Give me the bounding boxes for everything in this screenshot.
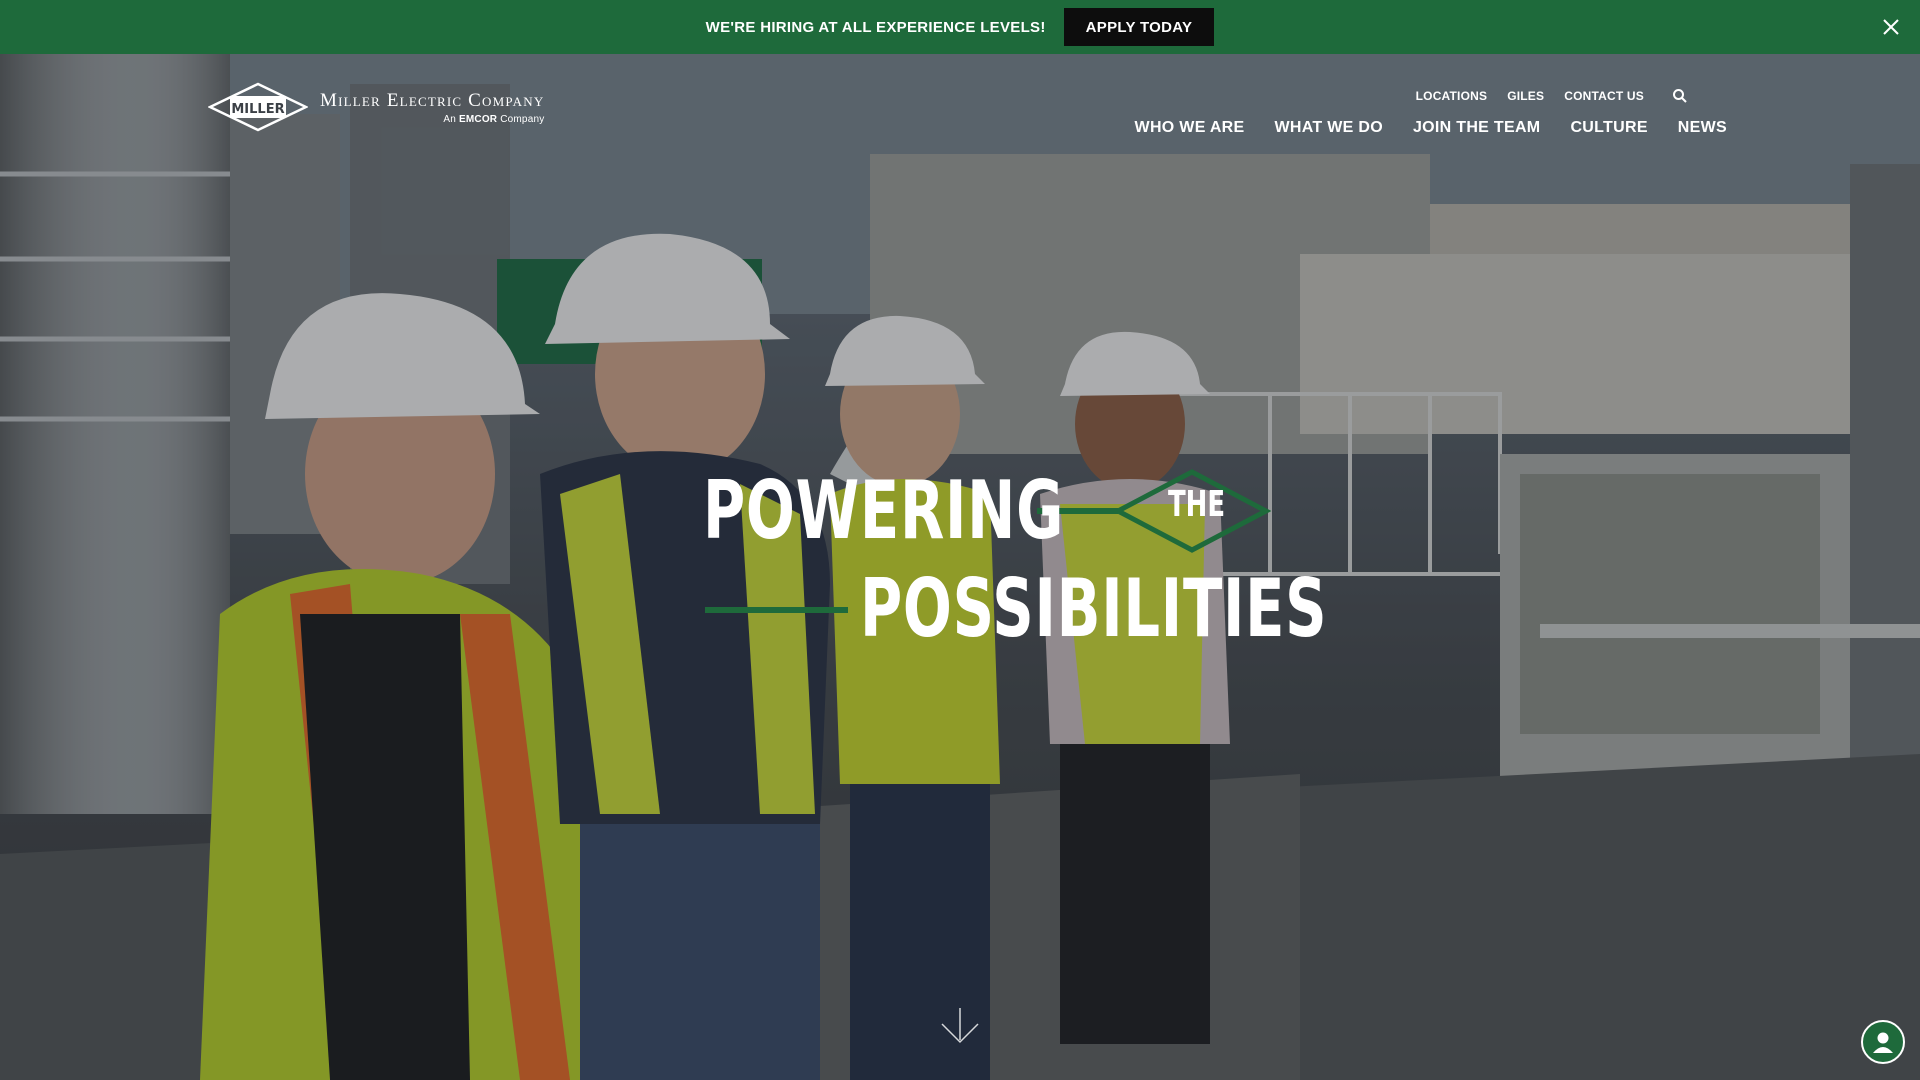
miller-emblem-icon: MILLER (208, 82, 308, 132)
nav-who-we-are[interactable]: WHO WE ARE (1135, 119, 1245, 137)
parent-company-tagline: An EMCOR Company (443, 113, 545, 125)
nav-contact-us[interactable]: CONTACT US (1564, 89, 1644, 103)
company-logo[interactable]: MILLER Miller Electric Company An EMCOR … (208, 82, 544, 132)
search-icon[interactable] (1672, 88, 1688, 104)
banner-text: WE'RE HIRING AT ALL EXPERIENCE LEVELS! (705, 18, 1046, 36)
main-nav: WHO WE ARE WHAT WE DO JOIN THE TEAM CULT… (1135, 119, 1727, 137)
close-icon[interactable] (1878, 14, 1904, 40)
nav-giles[interactable]: GILES (1507, 89, 1544, 103)
apply-today-button[interactable]: APPLY TODAY (1063, 8, 1215, 46)
user-icon (1873, 1032, 1893, 1053)
nav-culture[interactable]: CULTURE (1570, 119, 1647, 137)
company-name: Miller Electric Company (320, 89, 545, 111)
utility-nav: LOCATIONS GILES CONTACT US (1416, 88, 1688, 104)
hiring-banner: WE'RE HIRING AT ALL EXPERIENCE LEVELS! A… (0, 0, 1920, 54)
account-button[interactable] (1861, 1020, 1905, 1064)
nav-join-the-team[interactable]: JOIN THE TEAM (1413, 119, 1540, 137)
hero-section: MILLER Miller Electric Company An EMCOR … (0, 54, 1920, 1080)
nav-locations[interactable]: LOCATIONS (1416, 89, 1488, 103)
nav-what-we-do[interactable]: WHAT WE DO (1275, 119, 1383, 137)
nav-news[interactable]: NEWS (1678, 119, 1727, 137)
hero-overlay (0, 54, 1920, 1080)
arrow-down-icon[interactable] (938, 1006, 982, 1046)
svg-text:MILLER: MILLER (231, 102, 284, 117)
